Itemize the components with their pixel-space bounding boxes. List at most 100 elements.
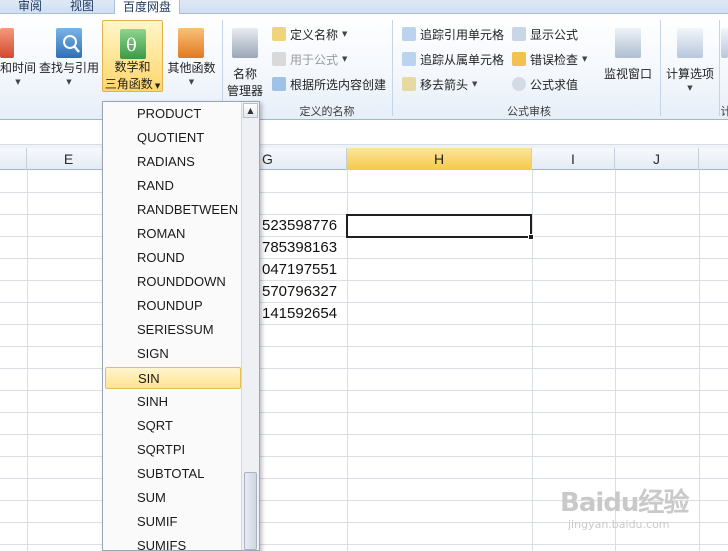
grid-line [532, 170, 533, 551]
menu-item-seriessum[interactable]: SERIESSUM [105, 319, 241, 341]
menu-item-roman[interactable]: ROMAN [105, 223, 241, 245]
menu-item-rounddown[interactable]: ROUNDDOWN [105, 271, 241, 293]
math-label-1: 数学和 [114, 60, 151, 74]
ribbon-tab-bar: 审阅 视图 百度网盘 [0, 0, 728, 14]
column-header-j[interactable]: J [615, 148, 699, 170]
datetime-label: 和时间 [0, 61, 37, 75]
column-header-k-partial[interactable] [699, 148, 728, 170]
chevron-down-icon: ▼ [342, 55, 348, 63]
defined-names-group-label: 定义的名称 [299, 105, 355, 118]
menu-item-sumifs[interactable]: SUMIFS [105, 535, 241, 550]
watermark-logo-text: Baidu经验 [560, 488, 689, 518]
menu-item-sqrt[interactable]: SQRT [105, 415, 241, 437]
use-in-formula-label: 用于公式 [290, 52, 339, 67]
evaluate-formula-button[interactable]: 公式求值 [512, 74, 578, 94]
chevron-down-icon: ▼ [15, 78, 21, 86]
trace-dependents-button[interactable]: 追踪从属单元格 [402, 49, 504, 69]
remove-arrows-button[interactable]: 移去箭头 ▼ [402, 74, 477, 94]
math-label-2: 三角函数 [104, 77, 153, 91]
menu-item-subtotal[interactable]: SUBTOTAL [105, 463, 241, 485]
cell-g-value[interactable]: 047197551 [262, 259, 337, 281]
menu-item-sum[interactable]: SUM [105, 487, 241, 509]
name-manager-button[interactable]: 名称 管理器 [224, 20, 266, 98]
menu-scrollbar[interactable]: ▲ [241, 102, 259, 550]
calculator-icon [677, 28, 703, 58]
calc-options-label: 计算选项 [665, 67, 714, 81]
fill-handle[interactable] [528, 234, 534, 240]
more-functions-icon [178, 28, 204, 58]
create-from-selection-button[interactable]: 根据所选内容创建 [272, 74, 386, 94]
menu-item-sqrtpi[interactable]: SQRTPI [105, 439, 241, 461]
column-header-e[interactable]: E [27, 148, 111, 170]
column-header-g[interactable]: G [259, 148, 347, 170]
svg-text:θ: θ [126, 35, 137, 56]
column-header-h[interactable]: H [347, 148, 532, 170]
menu-item-sinh[interactable]: SINH [105, 391, 241, 413]
remove-arrows-label: 移去箭头 [420, 77, 469, 92]
active-cell-h[interactable] [346, 214, 532, 238]
menu-item-rand[interactable]: RAND [105, 175, 241, 197]
menu-item-radians[interactable]: RADIANS [105, 151, 241, 173]
tab-review[interactable]: 审阅 [18, 0, 42, 14]
lookup-reference-button[interactable]: 查找与引用 ▼ [37, 20, 101, 96]
cell-g-value[interactable]: 785398163 [262, 237, 337, 259]
math-trig-function-menu: PRODUCT QUOTIENT RADIANS RAND RANDBETWEE… [102, 101, 260, 551]
menu-item-randbetween[interactable]: RANDBETWEEN [105, 199, 241, 221]
column-header-i[interactable]: I [532, 148, 615, 170]
show-formulas-button[interactable]: 显示公式 [512, 24, 578, 44]
chevron-down-icon: ▼ [66, 78, 72, 86]
name-manager-icon [232, 28, 258, 58]
tab-view[interactable]: 视图 [70, 0, 94, 14]
glasses-icon [615, 28, 641, 58]
watch-window-label: 监视窗口 [603, 67, 652, 81]
cell-g-value[interactable]: 523598776 [262, 215, 337, 237]
group-separator [719, 20, 720, 116]
error-checking-button[interactable]: 错误检查 ▼ [512, 49, 587, 69]
chevron-down-icon: ▼ [582, 55, 588, 63]
group-separator [660, 20, 661, 116]
calculation-group-label: 计 [720, 105, 728, 118]
trace-precedents-icon [402, 27, 416, 41]
grid-line [27, 170, 28, 551]
chevron-down-icon: ▼ [687, 84, 693, 92]
create-from-selection-label: 根据所选内容创建 [290, 77, 387, 92]
menu-item-sin[interactable]: SIN [105, 367, 241, 389]
scroll-up-arrow-icon[interactable]: ▲ [243, 103, 258, 118]
theta-book-icon: θ [120, 29, 146, 59]
menu-item-product[interactable]: PRODUCT [105, 103, 241, 125]
trace-precedents-button[interactable]: 追踪引用单元格 [402, 24, 504, 44]
cell-g-value[interactable]: 141592654 [262, 303, 337, 325]
show-formulas-icon [512, 27, 526, 41]
define-name-icon [272, 27, 286, 41]
trace-dependents-label: 追踪从属单元格 [420, 52, 505, 67]
column-header-partial[interactable] [0, 148, 27, 170]
use-in-formula-button[interactable]: 用于公式 ▼ [272, 49, 347, 69]
menu-item-sign[interactable]: SIGN [105, 343, 241, 365]
menu-item-roundup[interactable]: ROUNDUP [105, 295, 241, 317]
trace-precedents-label: 追踪引用单元格 [420, 27, 505, 42]
datetime-functions-button[interactable]: 和时间 ▼ [0, 20, 36, 96]
watch-window-button[interactable]: 监视窗口 [598, 20, 658, 96]
calculation-options-button[interactable]: 计算选项 ▼ [662, 20, 718, 96]
menu-item-sumif[interactable]: SUMIF [105, 511, 241, 533]
menu-item-round[interactable]: ROUND [105, 247, 241, 269]
define-name-button[interactable]: 定义名称 ▼ [272, 24, 347, 44]
group-separator [392, 20, 393, 116]
more-functions-button[interactable]: 其他函数 ▼ [164, 20, 219, 96]
chevron-down-icon: ▼ [188, 78, 195, 86]
lookup-book-icon [56, 28, 82, 58]
menu-item-quotient[interactable]: QUOTIENT [105, 127, 241, 149]
trace-dependents-icon [402, 52, 416, 66]
evaluate-formula-icon [512, 77, 526, 91]
math-trig-button[interactable]: θ 数学和 三角函数 ▼ [102, 20, 163, 92]
error-checking-label: 错误检查 [530, 52, 579, 67]
tab-baidu-netdisk[interactable]: 百度网盘 [114, 0, 181, 14]
datetime-icon [0, 28, 14, 58]
show-formulas-label: 显示公式 [530, 27, 579, 42]
remove-arrows-icon [402, 77, 416, 91]
baidu-jingyan-watermark: Baidu经验 jingyan.baidu.com [560, 478, 720, 538]
cell-g-value[interactable]: 570796327 [262, 281, 337, 303]
name-manager-label-1: 名称 [232, 67, 257, 81]
scrollbar-thumb[interactable] [244, 472, 257, 550]
chevron-down-icon: ▼ [342, 30, 348, 38]
